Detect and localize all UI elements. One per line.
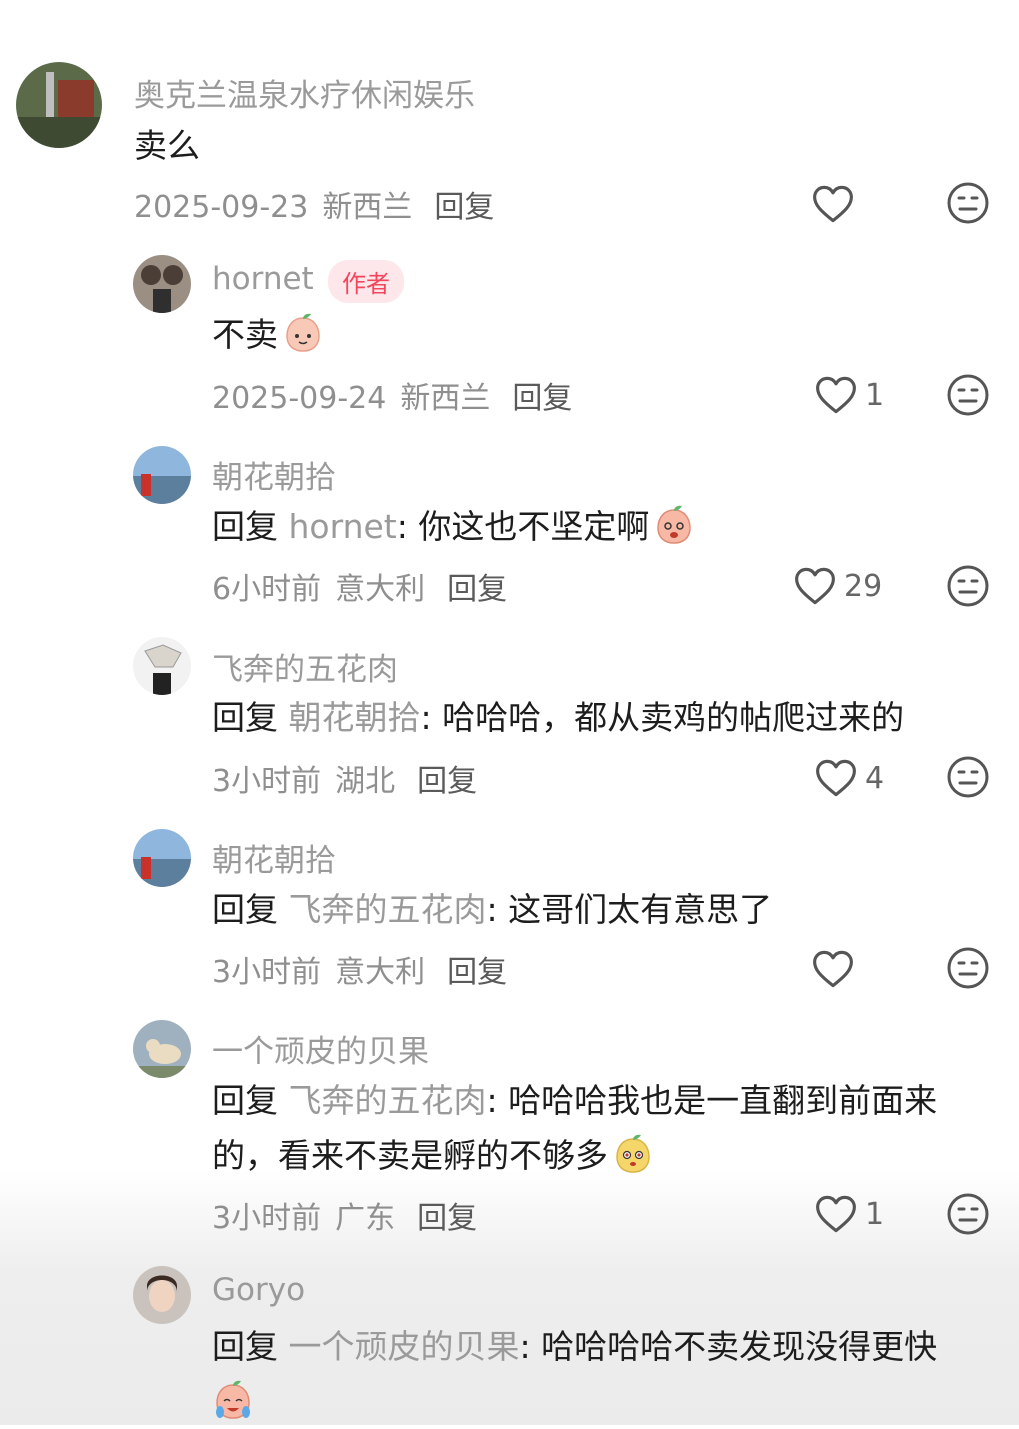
reply-prefix: 回复	[212, 890, 278, 929]
reply-prefix: 回复	[212, 698, 278, 737]
avatar[interactable]	[16, 62, 102, 148]
avatar[interactable]	[133, 255, 191, 313]
comment-username[interactable]: Goryo	[212, 1272, 305, 1308]
comment-username[interactable]: 一个顽皮的贝果	[212, 1026, 429, 1071]
peach-face-emoji	[616, 1134, 650, 1173]
comment-text: 不卖	[212, 307, 324, 362]
comment-text-content: : 哈哈哈我也是一直翻到前面来	[486, 1081, 938, 1120]
comment-location: 湖北	[335, 764, 396, 799]
reply-prefix: 回复	[212, 507, 278, 546]
comment-date: 3小时前	[212, 1201, 322, 1236]
comment-location: 广东	[335, 1201, 396, 1236]
avatar[interactable]	[133, 1266, 191, 1324]
avatar[interactable]	[133, 637, 191, 695]
peach-face-emoji	[286, 313, 320, 352]
comment-text: 回复 飞奔的五花肉: 哈哈哈我也是一直翻到前面来 的，看来不卖是孵的不够多	[212, 1073, 937, 1183]
heart-outline-icon	[816, 376, 856, 414]
reply-mention[interactable]: 飞奔的五花肉	[289, 890, 487, 929]
neutral-face-icon[interactable]	[946, 1192, 990, 1236]
comment-date: 3小时前	[212, 764, 322, 799]
reply-button[interactable]: 回复	[447, 955, 507, 990]
reply-button[interactable]: 回复	[417, 764, 477, 799]
comment-text-content: : 这哥们太有意思了	[486, 890, 773, 929]
like-button[interactable]	[812, 182, 862, 226]
comment-location: 新西兰	[322, 190, 413, 225]
comment-location: 意大利	[335, 572, 426, 607]
neutral-face-icon[interactable]	[946, 181, 990, 225]
avatar[interactable]	[133, 1020, 191, 1078]
comment-text: 回复 hornet: 你这也不坚定啊	[212, 499, 695, 554]
comment-text-content: : 哈哈哈，都从卖鸡的帖爬过来的	[420, 698, 905, 737]
reply-mention[interactable]: 一个顽皮的贝果	[289, 1327, 520, 1366]
comment-username[interactable]: hornet	[212, 261, 314, 297]
comment-meta: 6小时前 意大利 回复	[212, 564, 507, 608]
reply-button[interactable]: 回复	[417, 1201, 477, 1236]
heart-outline-icon	[816, 1195, 856, 1233]
comment-text-content: 不卖	[212, 315, 278, 354]
reply-button[interactable]: 回复	[512, 381, 572, 416]
reply-prefix: 回复	[212, 1327, 278, 1366]
neutral-face-icon[interactable]	[946, 755, 990, 799]
comment-text-line: 的，看来不卖是孵的不够多	[212, 1128, 937, 1183]
comment-text-line	[212, 1374, 937, 1429]
comment-text: 卖么	[134, 118, 200, 173]
like-count: 1	[865, 377, 885, 413]
heart-outline-icon	[813, 185, 853, 223]
like-button[interactable]	[812, 947, 862, 991]
peach-face-emoji	[216, 1380, 250, 1419]
author-badge: 作者	[328, 260, 404, 303]
comment-date: 3小时前	[212, 955, 322, 990]
comment-text: 回复 朝花朝拾: 哈哈哈，都从卖鸡的帖爬过来的	[212, 690, 904, 745]
comment-date: 6小时前	[212, 572, 322, 607]
comment-text: 回复 飞奔的五花肉: 这哥们太有意思了	[212, 882, 772, 937]
like-count: 1	[865, 1196, 885, 1232]
comment-text-content: : 你这也不坚定啊	[396, 507, 650, 546]
comment-meta: 3小时前 意大利 回复	[212, 947, 507, 991]
like-count: 29	[844, 568, 883, 604]
like-button[interactable]: 29	[794, 564, 882, 608]
comment-meta: 2025-09-24 新西兰 回复	[212, 373, 572, 417]
like-button[interactable]: 1	[815, 373, 884, 417]
comment-text: 回复 一个顽皮的贝果: 哈哈哈哈不卖发现没得更快	[212, 1319, 937, 1429]
comment-date: 2025-09-24	[212, 381, 387, 416]
comment-text-content: : 哈哈哈哈不卖发现没得更快	[519, 1327, 938, 1366]
comment-text-line: 回复 一个顽皮的贝果: 哈哈哈哈不卖发现没得更快	[212, 1319, 937, 1374]
comment-text-content: 卖么	[134, 126, 200, 165]
reply-button[interactable]: 回复	[434, 190, 494, 225]
comment-meta: 3小时前 湖北 回复	[212, 756, 477, 800]
reply-mention[interactable]: hornet	[289, 507, 397, 546]
like-button[interactable]: 4	[815, 756, 884, 800]
reply-mention[interactable]: 朝花朝拾	[289, 698, 421, 737]
comment-meta: 2025-09-23 新西兰 回复	[134, 182, 494, 226]
comment-location: 意大利	[335, 955, 426, 990]
comment-meta: 3小时前 广东 回复	[212, 1193, 477, 1237]
heart-outline-icon	[795, 567, 835, 605]
avatar[interactable]	[133, 446, 191, 504]
neutral-face-icon[interactable]	[946, 946, 990, 990]
reply-button[interactable]: 回复	[447, 572, 507, 607]
like-button[interactable]: 1	[815, 1192, 884, 1236]
peach-face-emoji	[657, 505, 692, 544]
heart-outline-icon	[813, 950, 853, 988]
comment-username[interactable]: 朝花朝拾	[212, 835, 336, 880]
reply-mention[interactable]: 飞奔的五花肉	[289, 1081, 487, 1120]
comment-username[interactable]: 飞奔的五花肉	[212, 644, 398, 689]
comment-username[interactable]: 奥克兰温泉水疗休闲娱乐	[134, 70, 475, 115]
like-count: 4	[865, 760, 885, 796]
comment-date: 2025-09-23	[134, 190, 309, 225]
neutral-face-icon[interactable]	[946, 373, 990, 417]
comment-username[interactable]: 朝花朝拾	[212, 452, 336, 497]
reply-prefix: 回复	[212, 1081, 278, 1120]
heart-outline-icon	[816, 759, 856, 797]
avatar[interactable]	[133, 829, 191, 887]
comment-location: 新西兰	[400, 381, 491, 416]
comment-text-line: 回复 飞奔的五花肉: 哈哈哈我也是一直翻到前面来	[212, 1073, 937, 1128]
neutral-face-icon[interactable]	[946, 564, 990, 608]
comment-text-content: 的，看来不卖是孵的不够多	[212, 1136, 608, 1175]
